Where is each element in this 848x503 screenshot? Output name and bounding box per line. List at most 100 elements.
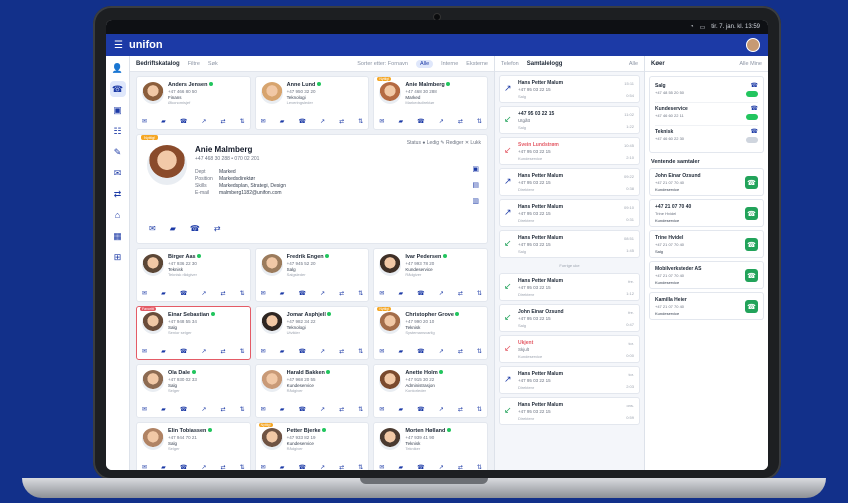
chat-icon[interactable]: ▰ bbox=[398, 118, 403, 125]
mail-icon[interactable]: ✉ bbox=[142, 406, 147, 413]
contact-card[interactable]: Morten Hølland +47 939 41 90 Teknisk Tekni… bbox=[373, 422, 488, 470]
queue-call-icon[interactable]: ☎ bbox=[751, 105, 758, 112]
call-log-row[interactable]: ↙ Hans Petter Malum +47 95 03 22 15 Salg 08:… bbox=[499, 230, 640, 258]
swap-icon[interactable]: ⇅ bbox=[358, 290, 363, 297]
call-icon[interactable]: ☎ bbox=[417, 118, 424, 125]
chip-external[interactable]: Eksterne bbox=[466, 61, 488, 67]
transfer-icon[interactable]: ⇄ bbox=[339, 348, 344, 355]
call-icon[interactable]: ☎ bbox=[417, 406, 424, 413]
nav-item-icon[interactable]: ▦ bbox=[110, 228, 126, 244]
waiting-call-row[interactable]: Mobilverksteder AS +47 21 07 70 40 Kundese… bbox=[649, 261, 764, 289]
chat-icon[interactable]: ▰ bbox=[280, 348, 285, 355]
transfer-icon[interactable]: ⇄ bbox=[220, 348, 225, 355]
call-log-row[interactable]: ↗ Hans Petter Malum +47 95 03 22 15 Direkte… bbox=[499, 366, 640, 394]
chat-icon[interactable]: ▰ bbox=[280, 464, 285, 470]
call-icon[interactable]: ☎ bbox=[298, 348, 305, 355]
mail-icon[interactable]: ✉ bbox=[261, 118, 266, 125]
chat-icon[interactable]: ▰ bbox=[398, 464, 403, 470]
answer-call-icon[interactable]: ☎ bbox=[745, 300, 758, 313]
mail-icon[interactable]: ✉ bbox=[379, 464, 384, 470]
contact-card[interactable]: Harald Bakken +47 968 20 55 Kundeservice R… bbox=[254, 364, 370, 418]
call-icon[interactable]: ☎ bbox=[298, 118, 305, 125]
mail-icon[interactable]: ✉ bbox=[261, 406, 266, 413]
swap-icon[interactable]: ⇅ bbox=[477, 118, 482, 125]
waiting-call-row[interactable]: John Einar Ozsund +47 21 07 70 40 Kundeser… bbox=[649, 168, 764, 196]
contact-card[interactable]: Birger Aas +47 936 22 30 Teknisk Teknisk r… bbox=[136, 248, 251, 302]
call-log-row[interactable]: ↙ Svein Lundstrøm +47 95 03 22 15 Kundeserv… bbox=[499, 137, 640, 165]
call-log-row[interactable]: ↗ Hans Petter Malum +47 95 03 22 15 Direkte… bbox=[499, 199, 640, 227]
mail-icon[interactable]: ✉ bbox=[149, 224, 156, 233]
transfer-icon[interactable]: ⇄ bbox=[339, 406, 344, 413]
call-icon[interactable]: ☎ bbox=[180, 118, 187, 125]
callback-icon[interactable]: ↗ bbox=[439, 348, 444, 355]
swap-icon[interactable]: ⇅ bbox=[240, 464, 245, 470]
callback-icon[interactable]: ↗ bbox=[439, 290, 444, 297]
call-log-row[interactable]: ↙ John Einar Ozsund +47 95 03 22 15 Salg fre… bbox=[499, 304, 640, 332]
answer-call-icon[interactable]: ☎ bbox=[745, 238, 758, 251]
queue-call-icon[interactable]: ☎ bbox=[751, 128, 758, 135]
transfer-icon[interactable]: ⇄ bbox=[339, 118, 344, 125]
note-icon[interactable]: ▣ bbox=[472, 165, 479, 173]
call-log-row[interactable]: ↗ Hans Petter Malum +47 95 03 22 15 Salg 15:… bbox=[499, 75, 640, 103]
call-icon[interactable]: ☎ bbox=[180, 464, 187, 470]
contact-card[interactable]: Anders Jensen +47 466 80 50 Finans Økonomi… bbox=[136, 76, 251, 130]
swap-icon[interactable]: ⇅ bbox=[477, 406, 482, 413]
user-avatar[interactable] bbox=[746, 38, 760, 52]
callback-icon[interactable]: ↗ bbox=[201, 406, 206, 413]
transfer-icon[interactable]: ⇄ bbox=[339, 290, 344, 297]
transfer-icon[interactable]: ⇄ bbox=[458, 464, 463, 470]
call-log-row[interactable]: ↙ Hans Petter Malum +47 95 03 22 15 Direkte… bbox=[499, 397, 640, 425]
chat-icon[interactable]: ▰ bbox=[161, 348, 166, 355]
contact-card[interactable]: Jomar Asphjell +47 982 34 22 Teknologi Utv… bbox=[254, 306, 370, 360]
call-icon[interactable]: ☎ bbox=[417, 290, 424, 297]
swap-icon[interactable]: ⇅ bbox=[358, 118, 363, 125]
contact-card[interactable]: Nyttig! Anie Malmberg +47 468 30 288 Marke… bbox=[373, 76, 488, 130]
queue-row[interactable]: Teknisk +47 46 60 22 30 ☎ bbox=[655, 126, 758, 149]
queue-row[interactable]: Kundeservice +47 46 60 22 11 ☎ bbox=[655, 103, 758, 126]
tab-call-log[interactable]: Samtalelogg bbox=[527, 61, 563, 67]
queue-row[interactable]: Salg +47 48 55 20 50 ☎ bbox=[655, 80, 758, 103]
mail-icon[interactable]: ✉ bbox=[142, 464, 147, 470]
nav-item-icon[interactable]: ⊞ bbox=[110, 249, 126, 265]
nav-item-icon[interactable]: ✎ bbox=[110, 144, 126, 160]
transfer-icon[interactable]: ⇄ bbox=[220, 464, 225, 470]
transfer-icon[interactable]: ⇄ bbox=[214, 224, 221, 233]
call-icon[interactable]: ☎ bbox=[190, 224, 200, 233]
call-icon[interactable]: ☎ bbox=[298, 406, 305, 413]
tab-phone[interactable]: Telefon bbox=[501, 61, 519, 67]
call-icon[interactable]: ☎ bbox=[298, 290, 305, 297]
queue-toggle[interactable] bbox=[746, 114, 758, 120]
chat-icon[interactable]: ▰ bbox=[280, 290, 285, 297]
swap-icon[interactable]: ⇅ bbox=[240, 118, 245, 125]
swap-icon[interactable]: ⇅ bbox=[358, 464, 363, 470]
calendar-icon[interactable]: ▤ bbox=[472, 181, 479, 189]
contact-card[interactable]: Elin Tobiassen +47 944 70 21 Salg Selger ✉ ▰… bbox=[136, 422, 251, 470]
transfer-icon[interactable]: ⇄ bbox=[220, 290, 225, 297]
mail-icon[interactable]: ✉ bbox=[142, 348, 147, 355]
callback-icon[interactable]: ↗ bbox=[201, 118, 206, 125]
contact-card[interactable]: Anne Lund +47 950 32 20 Teknologi Levering… bbox=[254, 76, 370, 130]
call-log-row[interactable]: ↙ Ukjent Skjult Kundeservice tor. 0:00 bbox=[499, 335, 640, 363]
mail-icon[interactable]: ✉ bbox=[142, 118, 147, 125]
swap-icon[interactable]: ⇅ bbox=[477, 464, 482, 470]
chat-icon[interactable]: ▰ bbox=[280, 406, 285, 413]
contact-card[interactable]: Anette Holm +47 915 30 22 Administrasjon K… bbox=[373, 364, 488, 418]
transfer-icon[interactable]: ⇄ bbox=[220, 118, 225, 125]
call-log-row[interactable]: ↗ Hans Petter Malum +47 95 03 22 15 Direkte… bbox=[499, 168, 640, 196]
call-icon[interactable]: ☎ bbox=[417, 348, 424, 355]
callback-icon[interactable]: ↗ bbox=[320, 348, 325, 355]
queue-toggle[interactable] bbox=[746, 137, 758, 143]
swap-icon[interactable]: ⇅ bbox=[477, 290, 482, 297]
callback-icon[interactable]: ↗ bbox=[201, 464, 206, 470]
contact-card[interactable]: Fredrik Engen +47 945 52 20 Salg Salgslede… bbox=[254, 248, 370, 302]
filter-button[interactable]: Filtre bbox=[188, 61, 200, 67]
swap-icon[interactable]: ⇅ bbox=[358, 348, 363, 355]
nav-item-icon[interactable]: 👤 bbox=[110, 60, 126, 76]
waiting-call-row[interactable]: Trine Hvidel +47 21 07 70 40 Salg ☎ bbox=[649, 230, 764, 258]
transfer-icon[interactable]: ⇄ bbox=[220, 406, 225, 413]
chat-icon[interactable]: ▰ bbox=[280, 118, 285, 125]
callback-icon[interactable]: ↗ bbox=[439, 406, 444, 413]
callback-icon[interactable]: ↗ bbox=[320, 118, 325, 125]
chat-icon[interactable]: ▰ bbox=[398, 290, 403, 297]
contact-card[interactable]: Nyttig! Christopher Grove +47 990 20 10 Te… bbox=[373, 306, 488, 360]
